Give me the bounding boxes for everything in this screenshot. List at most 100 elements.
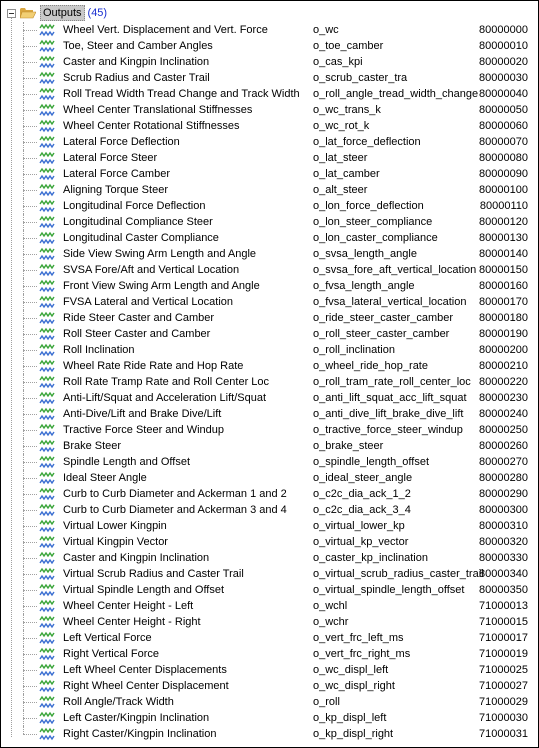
output-list-item[interactable]: Front View Swing Arm Length and Angle o_… — [1, 278, 539, 294]
tree-branch — [23, 590, 37, 591]
output-list-item[interactable]: Right Vertical Force o_vert_frc_right_ms… — [1, 646, 539, 662]
output-list-item[interactable]: Virtual Lower Kingpin o_virtual_lower_kp… — [1, 518, 539, 534]
output-name: Lateral Force Camber — [63, 168, 170, 180]
tree-branch — [23, 222, 37, 223]
tree-branch — [23, 302, 37, 303]
output-list-item[interactable]: Longitudinal Force Deflection o_lon_forc… — [1, 198, 539, 214]
output-waveform-icon — [39, 711, 55, 725]
output-list-item[interactable]: Roll Tread Width Tread Change and Track … — [1, 86, 539, 102]
output-list-item[interactable]: Wheel Center Rotational Stiffnesses o_wc… — [1, 118, 539, 134]
output-waveform-icon — [39, 199, 55, 213]
output-id: 80000080 — [479, 152, 528, 164]
output-variable: o_lon_caster_compliance — [313, 232, 438, 244]
output-list-item[interactable]: SVSA Fore/Aft and Vertical Location o_sv… — [1, 262, 539, 278]
tree-branch — [23, 510, 37, 511]
output-list-item[interactable]: Scrub Radius and Caster Trail o_scrub_ca… — [1, 70, 539, 86]
output-list-item[interactable]: Caster and Kingpin Inclination o_caster_… — [1, 550, 539, 566]
output-name: Longitudinal Compliance Steer — [63, 216, 213, 228]
output-list-item[interactable]: Virtual Spindle Length and Offset o_virt… — [1, 582, 539, 598]
output-name: Roll Inclination — [63, 344, 135, 356]
output-list-item[interactable]: Lateral Force Steer o_lat_steer 80000080 — [1, 150, 539, 166]
output-list-item[interactable]: Aligning Torque Steer o_alt_steer 800001… — [1, 182, 539, 198]
output-name: Roll Steer Caster and Camber — [63, 328, 211, 340]
tree-branch — [23, 62, 37, 63]
tree-branch — [23, 126, 37, 127]
output-id: 80000340 — [479, 568, 528, 580]
output-list-item[interactable]: Roll Rate Tramp Rate and Roll Center Loc… — [1, 374, 539, 390]
output-list-item[interactable]: Wheel Center Height - Left o_wchl 710000… — [1, 598, 539, 614]
tree-branch — [23, 190, 37, 191]
output-list-item[interactable]: Anti-Lift/Squat and Acceleration Lift/Sq… — [1, 390, 539, 406]
output-waveform-icon — [39, 119, 55, 133]
output-name: Toe, Steer and Camber Angles — [63, 40, 213, 52]
output-variable: o_wc_displ_left — [313, 664, 389, 676]
output-list-item[interactable]: Lateral Force Camber o_lat_camber 800000… — [1, 166, 539, 182]
output-list-item[interactable]: Anti-Dive/Lift and Brake Dive/Lift o_ant… — [1, 406, 539, 422]
output-list-item[interactable]: Roll Inclination o_roll_inclination 8000… — [1, 342, 539, 358]
output-waveform-icon — [39, 39, 55, 53]
output-id: 80000310 — [479, 520, 528, 532]
output-list-item[interactable]: Virtual Scrub Radius and Caster Trail o_… — [1, 566, 539, 582]
output-variable: o_wc_displ_right — [313, 680, 395, 692]
output-list-item[interactable]: Curb to Curb Diameter and Ackerman 1 and… — [1, 486, 539, 502]
tree-branch — [23, 430, 37, 431]
output-list-item[interactable]: Spindle Length and Offset o_spindle_leng… — [1, 454, 539, 470]
output-id: 80000050 — [479, 104, 528, 116]
output-list-item[interactable]: Longitudinal Caster Compliance o_lon_cas… — [1, 230, 539, 246]
tree-branch — [23, 334, 37, 335]
output-id: 80000170 — [479, 296, 528, 308]
collapse-toggle-icon[interactable] — [7, 8, 16, 18]
root-label[interactable]: Outputs — [40, 5, 85, 21]
output-list-item[interactable]: Roll Angle/Track Width o_roll 71000029 — [1, 694, 539, 710]
output-list-item[interactable]: Left Caster/Kingpin Inclination o_kp_dis… — [1, 710, 539, 726]
tree-branch — [23, 142, 37, 143]
output-list-item[interactable]: Brake Steer o_brake_steer 80000260 — [1, 438, 539, 454]
tree-branch — [23, 174, 37, 175]
output-list-item[interactable]: Tractive Force Steer and Windup o_tracti… — [1, 422, 539, 438]
output-list-item[interactable]: Wheel Center Height - Right o_wchr 71000… — [1, 614, 539, 630]
output-list-item[interactable]: Left Vertical Force o_vert_frc_left_ms 7… — [1, 630, 539, 646]
output-name: Right Caster/Kingpin Inclination — [63, 728, 217, 740]
output-list-item[interactable]: Wheel Center Translational Stiffnesses o… — [1, 102, 539, 118]
output-variable: o_wheel_ride_hop_rate — [313, 360, 428, 372]
output-variable: o_lon_force_deflection — [313, 200, 424, 212]
output-list-item[interactable]: FVSA Lateral and Vertical Location o_fvs… — [1, 294, 539, 310]
output-id: 80000330 — [479, 552, 528, 564]
output-waveform-icon — [39, 87, 55, 101]
output-name: Caster and Kingpin Inclination — [63, 552, 210, 564]
output-id: 80000120 — [479, 216, 528, 228]
output-name: Wheel Rate Ride Rate and Hop Rate — [63, 360, 244, 372]
output-list-item[interactable]: Longitudinal Compliance Steer o_lon_stee… — [1, 214, 539, 230]
output-variable: o_virtual_lower_kp — [313, 520, 405, 532]
output-list-item[interactable]: Roll Steer Caster and Camber o_roll_stee… — [1, 326, 539, 342]
output-name: Left Vertical Force — [63, 632, 152, 644]
output-list-item[interactable]: Toe, Steer and Camber Angles o_toe_cambe… — [1, 38, 539, 54]
output-waveform-icon — [39, 583, 55, 597]
output-list-item[interactable]: Side View Swing Arm Length and Angle o_s… — [1, 246, 539, 262]
output-list-item[interactable]: Caster and Kingpin Inclination o_cas_kpi… — [1, 54, 539, 70]
output-list-item[interactable]: Wheel Rate Ride Rate and Hop Rate o_whee… — [1, 358, 539, 374]
output-id: 71000025 — [479, 664, 528, 676]
output-list-item[interactable]: Ride Steer Caster and Camber o_ride_stee… — [1, 310, 539, 326]
output-variable: o_brake_steer — [313, 440, 384, 452]
output-waveform-icon — [39, 183, 55, 197]
output-id: 80000350 — [479, 584, 528, 596]
output-waveform-icon — [39, 343, 55, 357]
output-list-item[interactable]: Lateral Force Deflection o_lat_force_def… — [1, 134, 539, 150]
tree-branch — [23, 558, 37, 559]
tree-branch — [23, 446, 37, 447]
output-list-item[interactable]: Wheel Vert. Displacement and Vert. Force… — [1, 22, 539, 38]
tree-root-outputs[interactable]: Outputs (45) — [7, 5, 107, 21]
tree-branch — [23, 30, 37, 31]
output-variable: o_roll_tram_rate_roll_center_loc — [313, 376, 471, 388]
output-list-item[interactable]: Virtual Kingpin Vector o_virtual_kp_vect… — [1, 534, 539, 550]
output-list-item[interactable]: Right Wheel Center Displacement o_wc_dis… — [1, 678, 539, 694]
output-list-item[interactable]: Curb to Curb Diameter and Ackerman 3 and… — [1, 502, 539, 518]
output-name: Spindle Length and Offset — [63, 456, 191, 468]
output-id: 80000030 — [479, 72, 528, 84]
output-list-item[interactable]: Right Caster/Kingpin Inclination o_kp_di… — [1, 726, 539, 742]
output-list-item[interactable]: Left Wheel Center Displacements o_wc_dis… — [1, 662, 539, 678]
tree-branch — [23, 494, 37, 495]
output-list-item[interactable]: Ideal Steer Angle o_ideal_steer_angle 80… — [1, 470, 539, 486]
output-name: Lateral Force Steer — [63, 152, 158, 164]
